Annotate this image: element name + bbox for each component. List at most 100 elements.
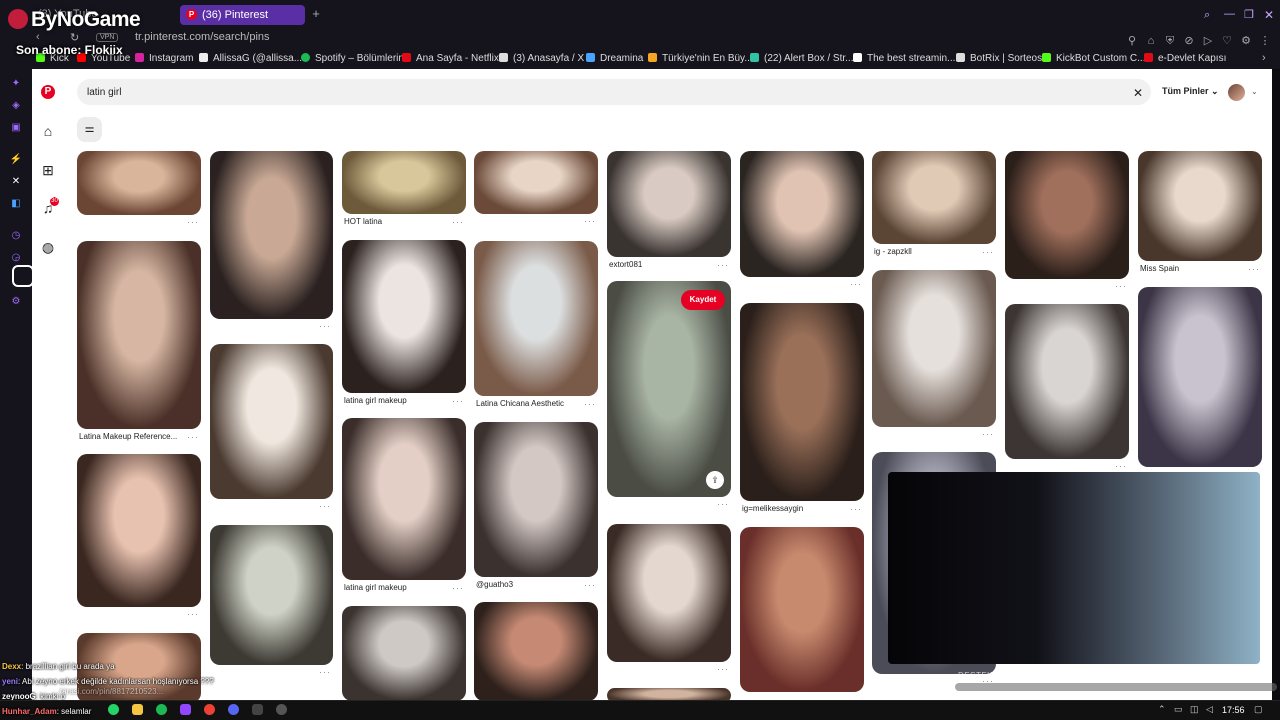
pinterest-logo-icon[interactable]: P [41, 85, 55, 99]
clear-search-icon[interactable]: ✕ [1133, 86, 1143, 100]
pin-image[interactable] [342, 418, 466, 580]
sidebar-dreamina-icon[interactable]: ◧ [9, 197, 23, 211]
pin-more-icon[interactable]: ··· [452, 583, 464, 593]
pin-image[interactable] [77, 151, 201, 215]
pin-more-icon[interactable]: ··· [584, 216, 596, 226]
bookmark-instagram[interactable]: Instagram [135, 53, 193, 64]
pin-image[interactable] [474, 241, 598, 396]
pin-image[interactable] [342, 606, 466, 700]
sidebar-history-icon[interactable]: ◶ [9, 251, 23, 265]
pin-more-icon[interactable]: ··· [584, 580, 596, 590]
pin-image[interactable] [342, 151, 466, 214]
pin-more-icon[interactable]: ··· [850, 504, 862, 514]
filters-button[interactable]: ⚌ [77, 117, 102, 142]
pin-more-icon[interactable]: ··· [452, 396, 464, 406]
bookmark-botrix[interactable]: BotRix | Sorteos [956, 53, 1042, 64]
maximize-icon[interactable]: ❐ [1244, 8, 1254, 21]
url-field[interactable]: tr.pinterest.com/search/pins [135, 31, 270, 43]
share-icon[interactable]: ⇪ [706, 471, 724, 489]
file-explorer-icon[interactable] [132, 704, 143, 715]
tray-usb-icon[interactable]: ▭ [1174, 704, 1183, 715]
sidebar-star-icon[interactable]: ✦ [9, 77, 23, 91]
pin-image[interactable] [77, 454, 201, 607]
menu-icon[interactable]: ⋮ [1258, 34, 1272, 47]
sidebar-x-icon[interactable]: ✕ [9, 175, 23, 189]
pin-more-icon[interactable]: ··· [1248, 264, 1260, 274]
pin-icon[interactable]: ⚲ [1125, 34, 1139, 47]
bookmark-turkiye[interactable]: Türkiye'nin En Büy... [648, 53, 753, 64]
pin-more-icon[interactable]: ··· [850, 279, 862, 289]
sidebar-kick-icon[interactable]: ⚡ [9, 153, 23, 167]
pin-more-icon[interactable]: ··· [982, 429, 994, 439]
pin-caption[interactable]: Latina Chicana Aesthetic [476, 399, 564, 408]
save-button[interactable]: Kaydet [681, 290, 725, 310]
sidebar-chat-icon[interactable]: ▣ [9, 121, 23, 135]
pin-caption[interactable]: HOT latina [344, 217, 382, 226]
extensions-icon[interactable]: ⚙ [1239, 34, 1253, 47]
pin-image[interactable] [210, 525, 333, 665]
pin-more-icon[interactable]: ··· [584, 399, 596, 409]
network-icon[interactable]: ◫ [1190, 704, 1199, 715]
pin-image[interactable] [740, 151, 864, 277]
tray-chevron-icon[interactable]: ⌃ [1158, 704, 1166, 715]
pin-more-icon[interactable]: ··· [1115, 281, 1127, 291]
pin-image[interactable] [740, 303, 864, 501]
pin-image[interactable] [474, 422, 598, 577]
messages-icon[interactable]: ◍ [40, 239, 56, 255]
obs-icon[interactable] [252, 704, 263, 715]
pin-caption[interactable]: ig - zapzkll [874, 247, 912, 256]
avatar[interactable] [1228, 84, 1245, 101]
bookmark-spotify[interactable]: Spotify – Bölümlerin [301, 53, 404, 64]
vpn-badge[interactable]: VPN [96, 33, 119, 42]
pin-image[interactable] [342, 240, 466, 393]
sidebar-settings-icon[interactable]: ⚙ [9, 295, 23, 309]
tab-pinterest[interactable]: P (36) Pinterest [180, 5, 305, 25]
pin-caption[interactable]: Miss Spain [1140, 264, 1179, 273]
pin-more-icon[interactable]: ··· [187, 432, 199, 442]
account-chevron-icon[interactable]: ⌄ [1251, 87, 1258, 96]
pin-image[interactable] [1005, 151, 1129, 279]
pin-image[interactable] [210, 151, 333, 319]
pin-image[interactable] [872, 270, 996, 427]
create-icon[interactable]: ⊞ [40, 162, 56, 178]
pin-more-icon[interactable]: ··· [717, 260, 729, 270]
bookmark-streaming[interactable]: The best streamin... [853, 53, 955, 64]
pin-image[interactable] [740, 527, 864, 692]
pin-caption[interactable]: ig=melikessaygin [742, 504, 803, 513]
bookmarks-more-icon[interactable]: › [1262, 52, 1266, 64]
pin-image[interactable] [474, 151, 598, 214]
sidebar-tag-icon[interactable]: ◈ [9, 99, 23, 113]
pin-filter-dropdown[interactable]: Tüm Pinler ⌄ [1162, 86, 1219, 97]
home-icon[interactable]: ⌂ [40, 123, 56, 139]
pin-more-icon[interactable]: ··· [717, 499, 729, 509]
browser-taskbar-icon[interactable] [180, 704, 191, 715]
spotify-taskbar-icon[interactable] [156, 704, 167, 715]
pin-caption[interactable]: latina girl makeup [344, 583, 407, 592]
pin-image[interactable] [210, 344, 333, 499]
pin-caption[interactable]: latina girl makeup [344, 396, 407, 405]
close-icon[interactable]: ✕ [1264, 8, 1274, 22]
pin-image[interactable] [1005, 304, 1129, 459]
heart-icon[interactable]: ♡ [1220, 34, 1234, 47]
pin-more-icon[interactable]: ··· [982, 247, 994, 257]
back-icon[interactable]: ‹ [36, 31, 40, 43]
pin-more-icon[interactable]: ··· [319, 501, 331, 511]
camera-icon[interactable]: ⌂ [1144, 35, 1158, 47]
pin-more-icon[interactable]: ··· [452, 217, 464, 227]
pin-image[interactable] [77, 241, 201, 429]
bookmark-tiktok[interactable]: AllissaG (@allissa... [199, 53, 302, 64]
pin-more-icon[interactable]: ··· [187, 217, 199, 227]
whatsapp-icon[interactable] [108, 704, 119, 715]
chrome-icon[interactable] [204, 704, 215, 715]
bookmark-x[interactable]: (3) Anasayfa / X [499, 53, 584, 64]
bookmark-netflix[interactable]: Ana Sayfa - Netflix [402, 53, 499, 64]
app-icon[interactable] [276, 704, 287, 715]
pin-image[interactable] [607, 151, 731, 257]
pin-more-icon[interactable]: ··· [319, 321, 331, 331]
notification-center-icon[interactable]: ▢ [1254, 704, 1263, 715]
discord-icon[interactable] [228, 704, 239, 715]
pin-more-icon[interactable]: ··· [1115, 461, 1127, 471]
pin-image[interactable] [474, 602, 598, 700]
pin-more-icon[interactable]: ··· [187, 609, 199, 619]
pin-more-icon[interactable]: ··· [319, 667, 331, 677]
